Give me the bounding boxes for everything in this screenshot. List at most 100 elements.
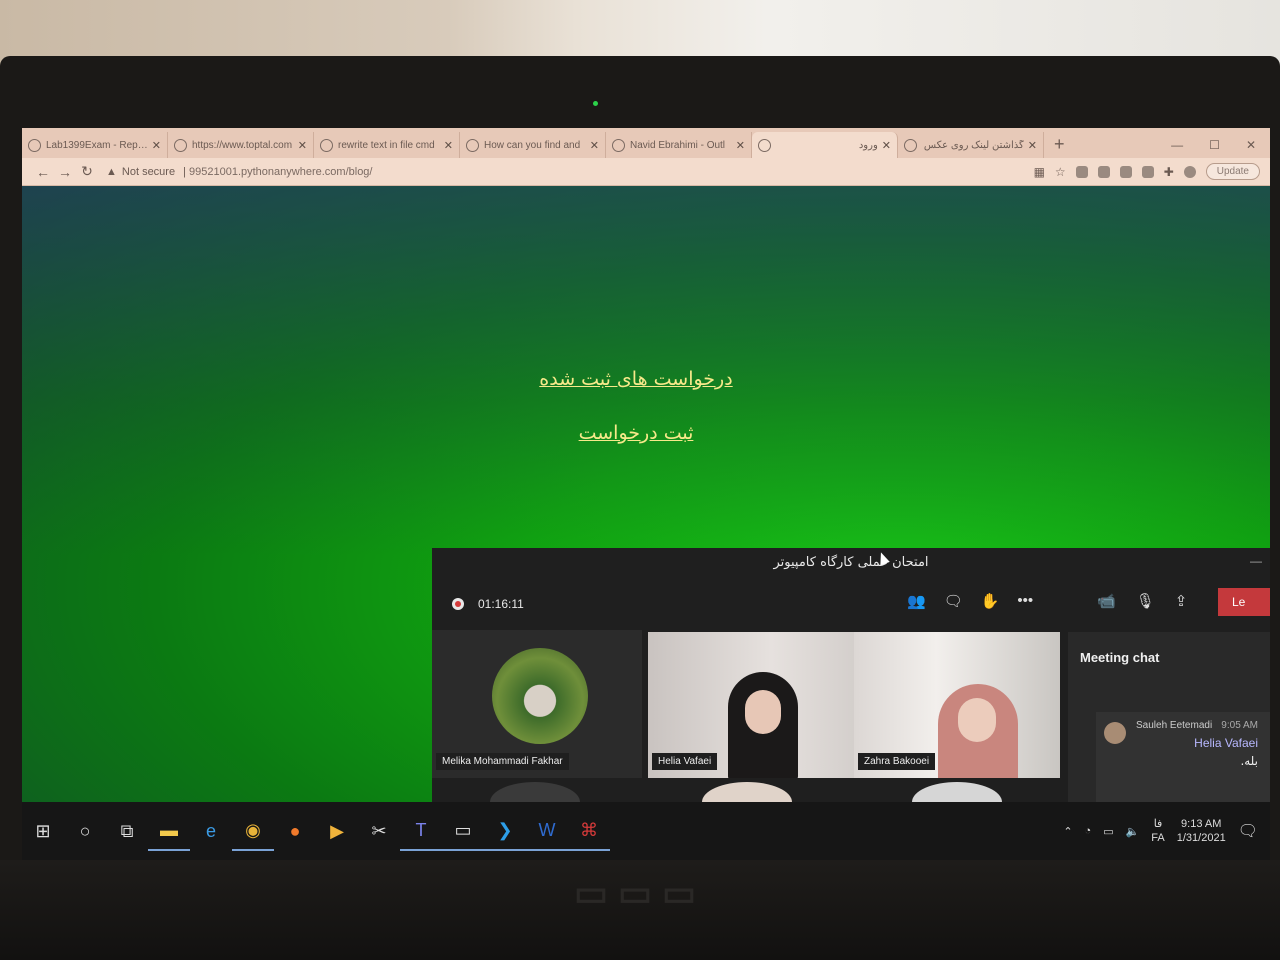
new-request-link[interactable]: ثبت درخواست	[442, 422, 830, 444]
terminal-icon[interactable]: ▭	[442, 811, 484, 851]
registered-requests-link[interactable]: درخواست های ثبت شده	[442, 368, 830, 390]
meeting-timer: 01:16:11	[478, 597, 524, 611]
forward-icon[interactable]: →	[54, 164, 76, 180]
notification-icon[interactable]: 🗨	[1238, 821, 1258, 841]
word-icon[interactable]: W	[526, 811, 568, 851]
clock-date: 1/31/2021	[1176, 832, 1226, 844]
browser-toolbar: ← → ↻ ▲ Not secure | 99521001.pythonanyw…	[22, 158, 1270, 186]
participant-tile[interactable]: Melika Mohammadi Fakhar	[432, 630, 642, 778]
language-indicator[interactable]: فا FA	[1151, 817, 1164, 845]
meeting-toolbar: 01:16:11 👥 🗨 ✋ ••• 📹 🎙 ⇪ Le	[432, 584, 1270, 624]
chat-text: بله.	[1240, 754, 1258, 768]
laptop-logo: ▭▭▭	[573, 872, 707, 913]
globe-icon	[174, 138, 187, 152]
browser-tab[interactable]: Lab1399Exam - Repos ✕	[22, 132, 168, 158]
language-code: FA	[1151, 832, 1165, 844]
windows-start-icon[interactable]: ⊞	[22, 811, 64, 851]
close-icon[interactable]: ✕	[1028, 139, 1037, 152]
teams-icon[interactable]: T	[400, 811, 442, 851]
wifi-icon[interactable]: ◔	[1085, 825, 1092, 837]
clock[interactable]: 9:13 AM 1/31/2021	[1177, 817, 1226, 845]
task-view-icon[interactable]: ⧉	[106, 811, 148, 851]
media-player-icon[interactable]: ▶	[316, 811, 358, 851]
profile-avatar[interactable]	[1183, 165, 1196, 178]
chat-message: Sauleh Eetemadi 9:05 AM Helia Vafaei بله…	[1096, 712, 1270, 802]
qr-icon[interactable]: ▦	[1034, 165, 1045, 179]
extension-icons: ▦ ☆ ✚ Update	[1034, 163, 1260, 180]
close-icon[interactable]: ✕	[298, 139, 307, 152]
puzzle-icon[interactable]: ✚	[1164, 165, 1174, 179]
system-tray: ⌃ ◔ ▭ 🔈 فا FA 9:13 AM 1/31/2021 🗨	[1063, 817, 1270, 845]
more-icon[interactable]: •••	[1017, 592, 1033, 610]
search-icon[interactable]: ○	[64, 811, 106, 851]
update-button[interactable]: Update	[1205, 163, 1260, 180]
chat-icon[interactable]: 🗨	[944, 592, 963, 610]
teams-meeting-window: امتحان عملی کارگاه کامپیوتر — 01:16:11 👥…	[432, 548, 1270, 822]
laptop-screen: Lab1399Exam - Repos ✕ https://www.toptal…	[22, 128, 1270, 860]
volume-icon[interactable]: 🔈	[1126, 825, 1140, 838]
file-explorer-icon[interactable]: ▬	[148, 811, 190, 851]
av-controls: 📹 🎙 ⇪	[1097, 592, 1187, 610]
participant-avatar	[492, 648, 588, 744]
mic-off-icon[interactable]: 🎙	[1136, 592, 1155, 610]
close-icon[interactable]: ✕	[736, 139, 745, 152]
snipping-tool-icon[interactable]: ✂	[358, 811, 400, 851]
firefox-icon[interactable]: ●	[274, 811, 316, 851]
browser-tab-strip: Lab1399Exam - Repos ✕ https://www.toptal…	[22, 128, 1270, 158]
teams-window-title: امتحان عملی کارگاه کامپیوتر	[773, 555, 929, 570]
reload-icon[interactable]: ↻	[76, 163, 98, 180]
pdf-reader-icon[interactable]: ⌘	[568, 811, 610, 851]
close-window-icon[interactable]: ✕	[1246, 138, 1256, 152]
participant-video-tile[interactable]: Helia Vafaei	[648, 632, 854, 778]
tab-title: rewrite text in file cmd	[338, 139, 435, 151]
chat-mention[interactable]: Helia Vafaei	[1194, 736, 1258, 750]
bookmark-star-icon[interactable]: ☆	[1055, 165, 1066, 179]
browser-tab-active[interactable]: ورود ✕	[752, 132, 898, 158]
leave-button[interactable]: Le	[1218, 588, 1270, 616]
sender-avatar	[1104, 722, 1126, 744]
chevron-up-icon[interactable]: ⌃	[1063, 825, 1072, 838]
meeting-actions: 👥 🗨 ✋ •••	[907, 592, 1033, 610]
vscode-icon[interactable]: ❯	[484, 811, 526, 851]
close-icon[interactable]: ✕	[590, 139, 599, 152]
edge-icon[interactable]: e	[190, 811, 232, 851]
browser-tab[interactable]: rewrite text in file cmd ✕	[314, 132, 460, 158]
tab-title: Navid Ebrahimi - Outl	[630, 139, 726, 151]
camera-icon[interactable]: 📹	[1097, 592, 1116, 610]
meeting-chat-panel: Meeting chat Sauleh Eetemadi 9:05 AM Hel…	[1068, 632, 1270, 808]
participants-icon[interactable]: 👥	[907, 592, 926, 610]
participant-face	[745, 690, 781, 734]
google-icon	[320, 138, 333, 152]
google-icon	[904, 138, 917, 152]
browser-tab[interactable]: گذاشتن لینک روی عکس ✕	[898, 132, 1044, 158]
extension-icon[interactable]	[1119, 165, 1132, 178]
minimize-icon[interactable]: —	[1250, 554, 1262, 568]
close-icon[interactable]: ✕	[152, 139, 161, 152]
minimize-icon[interactable]: —	[1171, 138, 1183, 152]
battery-icon[interactable]: ▭	[1103, 825, 1113, 838]
browser-tab[interactable]: How can you find and ✕	[460, 132, 606, 158]
participant-video-tile[interactable]: Zahra Bakooei	[854, 632, 1060, 778]
participant-name: Melika Mohammadi Fakhar	[436, 753, 569, 770]
url-text: 99521001.pythonanywhere.com/blog/	[189, 165, 373, 178]
browser-tab[interactable]: https://www.toptal.com ✕	[168, 132, 314, 158]
browser-tab[interactable]: Navid Ebrahimi - Outl ✕	[606, 132, 752, 158]
address-bar[interactable]: ▲ Not secure | 99521001.pythonanywhere.c…	[106, 161, 926, 183]
tab-title: How can you find and	[484, 139, 581, 151]
new-tab-button[interactable]: +	[1044, 134, 1075, 158]
security-label: Not secure	[121, 165, 176, 178]
maximize-icon[interactable]: ☐	[1209, 138, 1220, 152]
clock-time: 9:13 AM	[1181, 818, 1222, 830]
share-screen-icon[interactable]: ⇪	[1175, 592, 1188, 610]
warning-icon: ▲	[106, 165, 117, 178]
close-icon[interactable]: ✕	[882, 139, 891, 152]
back-icon[interactable]: ←	[32, 164, 54, 180]
globe-icon	[758, 138, 771, 152]
extension-icon[interactable]	[1075, 165, 1088, 178]
chrome-icon[interactable]: ◉	[232, 811, 274, 851]
webcam-light	[593, 101, 598, 106]
extension-icon[interactable]	[1141, 165, 1154, 178]
extension-icon[interactable]	[1097, 165, 1110, 178]
raise-hand-icon[interactable]: ✋	[981, 592, 1000, 610]
close-icon[interactable]: ✕	[444, 139, 453, 152]
